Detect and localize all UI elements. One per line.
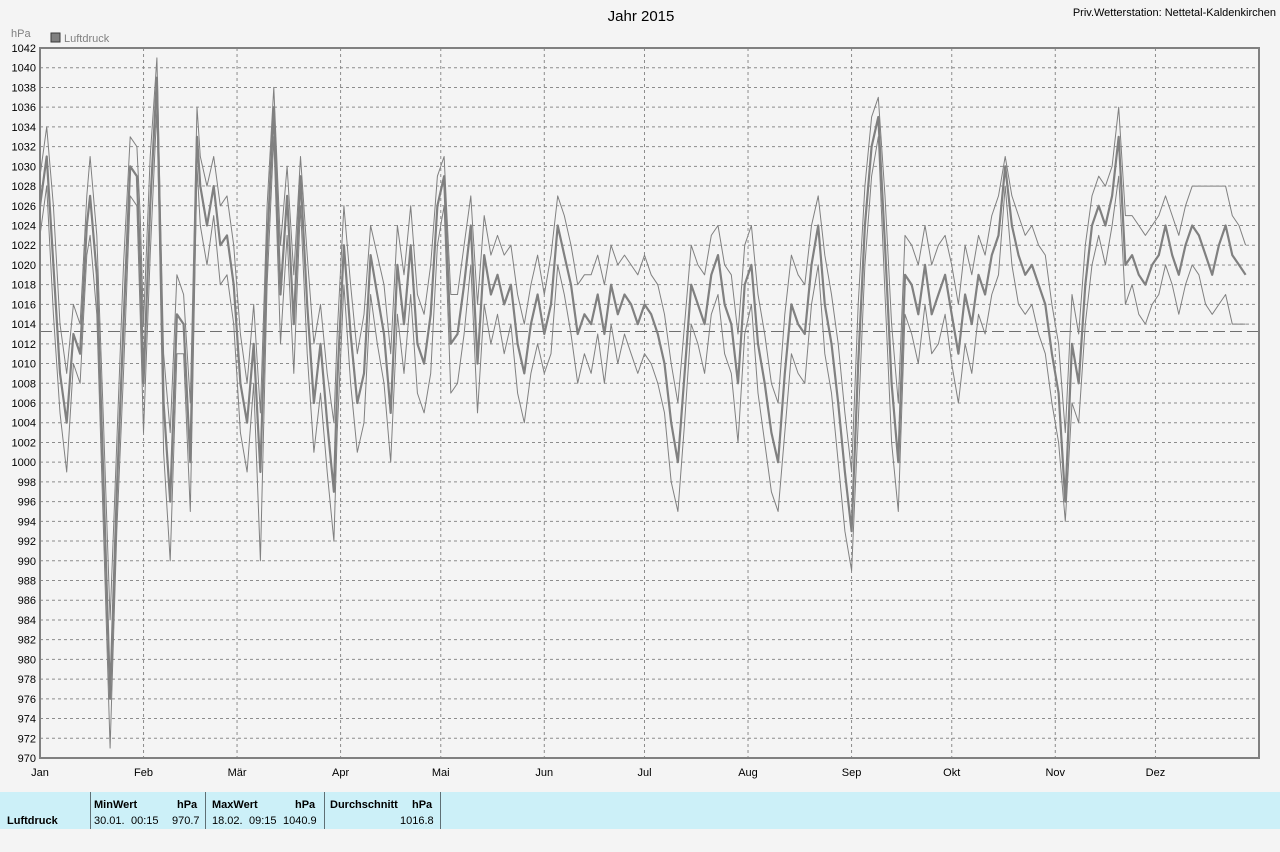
footer-divider <box>440 792 441 829</box>
pressure-chart: Jahr 2015 Priv.Wetterstation: Nettetal-K… <box>11 7 1276 779</box>
y-tick-label: 1030 <box>12 161 36 173</box>
y-tick-label: 998 <box>18 477 36 489</box>
chart-title: Jahr 2015 <box>608 8 675 25</box>
avg-header: Durchschnitt <box>330 799 398 811</box>
y-tick-label: 1000 <box>12 457 36 469</box>
y-tick-label: 1018 <box>12 280 36 292</box>
y-tick-label: 1014 <box>12 319 36 331</box>
x-tick-label: Aug <box>738 767 758 779</box>
min-value: 970.7 <box>172 815 200 827</box>
footer-series-label: Luftdruck <box>7 815 58 827</box>
station-name: Priv.Wetterstation: Nettetal-Kaldenkirch… <box>1073 7 1276 19</box>
max-value: 1040.9 <box>283 815 317 827</box>
y-tick-label: 972 <box>18 733 36 745</box>
y-tick-label: 1028 <box>12 181 36 193</box>
x-tick-label: Sep <box>842 767 862 779</box>
y-tick-label: 990 <box>18 556 36 568</box>
y-tick-label: 982 <box>18 635 36 647</box>
max-time: 09:15 <box>249 815 277 827</box>
y-tick-label: 974 <box>18 714 36 726</box>
y-tick-label: 996 <box>18 497 36 509</box>
grid <box>40 48 1259 758</box>
legend-swatch <box>50 32 61 43</box>
y-tick-label: 1012 <box>12 339 36 351</box>
x-tick-label: Mär <box>228 767 247 779</box>
stats-footer: Luftdruck MinWert hPa 30.01. 00:15 970.7… <box>0 792 1280 829</box>
x-tick-label: Dez <box>1146 767 1166 779</box>
y-tick-label: 1034 <box>12 122 36 134</box>
legend-label: Luftdruck <box>64 33 110 45</box>
y-tick-label: 1026 <box>12 201 36 213</box>
y-tick-label: 994 <box>18 516 36 528</box>
y-tick-label: 1020 <box>12 260 36 272</box>
y-tick-label: 988 <box>18 576 36 588</box>
min-time: 00:15 <box>131 815 159 827</box>
x-tick-label: Feb <box>134 767 153 779</box>
y-tick-label: 1038 <box>12 82 36 94</box>
x-axis-ticks: Jan Feb Mär Apr Mai Jun Jul Aug Sep Okt Nov Dez <box>31 767 1165 779</box>
y-tick-label: 1008 <box>12 378 36 390</box>
y-tick-label: 1036 <box>12 102 36 114</box>
y-tick-label: 978 <box>18 674 36 686</box>
y-tick-label: 1042 <box>12 43 36 55</box>
x-tick-label: Jun <box>535 767 553 779</box>
x-tick-label: Okt <box>943 767 960 779</box>
footer-divider <box>205 792 206 829</box>
y-axis-unit: hPa <box>11 28 31 40</box>
y-axis-ticks: 970 972 974 976 978 980 982 984 986 988 990 992 994 9… <box>12 43 36 765</box>
y-tick-label: 1004 <box>12 418 36 430</box>
max-date: 18.02. <box>212 815 243 827</box>
y-tick-label: 1010 <box>12 359 36 371</box>
y-tick-label: 1040 <box>12 63 36 75</box>
series-line-upper <box>39 57 1247 621</box>
y-tick-label: 1032 <box>12 142 36 154</box>
y-tick-label: 1002 <box>12 437 36 449</box>
y-tick-label: 970 <box>18 753 36 765</box>
y-tick-label: 1016 <box>12 299 36 311</box>
footer-divider <box>324 792 325 829</box>
x-tick-label: Jul <box>637 767 651 779</box>
x-tick-label: Mai <box>432 767 450 779</box>
x-tick-label: Nov <box>1045 767 1065 779</box>
y-tick-label: 984 <box>18 615 36 627</box>
series-line-mean <box>38 76 1247 700</box>
footer-divider <box>90 792 91 829</box>
y-tick-label: 980 <box>18 654 36 666</box>
y-tick-label: 976 <box>18 694 36 706</box>
y-tick-label: 1022 <box>12 240 36 252</box>
x-tick-label: Jan <box>31 767 49 779</box>
x-tick-label: Apr <box>332 767 349 779</box>
min-date: 30.01. <box>94 815 125 827</box>
y-tick-label: 1024 <box>12 221 36 233</box>
y-tick-label: 992 <box>18 536 36 548</box>
y-tick-label: 986 <box>18 595 36 607</box>
avg-value: 1016.8 <box>400 815 434 827</box>
y-tick-label: 1006 <box>12 398 36 410</box>
